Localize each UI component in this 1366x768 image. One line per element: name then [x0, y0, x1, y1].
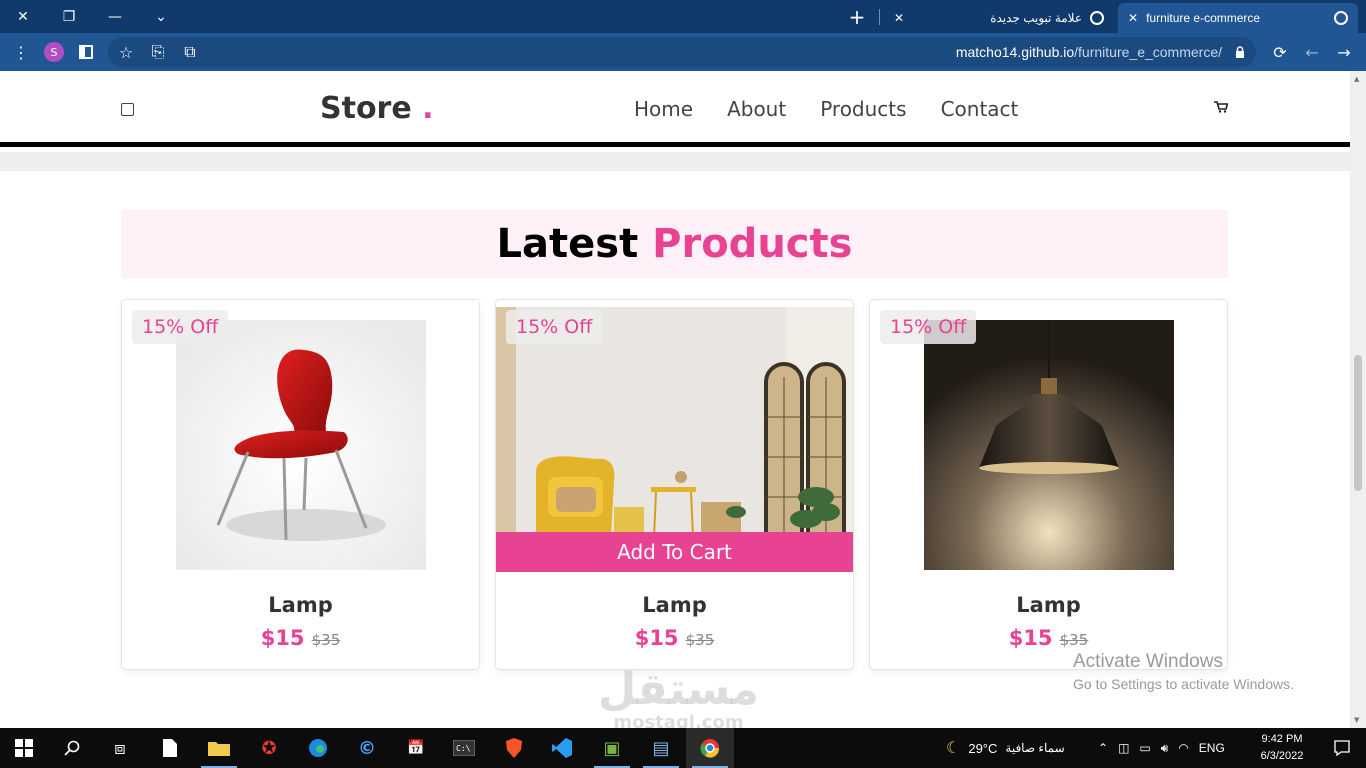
taskbar: ⧈ ✪ © 📅 C:\ ▣ ▤ ☾ 29°C سماء صافية ⌃ ◫ ▭ … — [0, 728, 1366, 768]
nav-products[interactable]: Products — [820, 97, 906, 121]
url-text[interactable]: matcho14.github.io/furniture_e_commerce/ — [956, 44, 1222, 60]
product-name[interactable]: Lamp — [870, 593, 1227, 617]
close-icon[interactable]: ✕ — [1128, 11, 1138, 25]
globe-icon — [1334, 11, 1348, 25]
notepad-icon[interactable]: ▤ — [637, 728, 685, 768]
product-price: $15 $35 — [260, 626, 341, 650]
search-icon[interactable] — [48, 728, 96, 768]
product-price: $15 $35 — [1008, 626, 1089, 650]
nav-about[interactable]: About — [727, 97, 786, 121]
favorite-star-icon[interactable]: ☆ — [110, 33, 142, 71]
minimize-icon[interactable]: — — [92, 0, 138, 33]
tab-new[interactable]: ✕ علامة تبويب جديدة — [884, 3, 1114, 33]
clock[interactable]: 9:42 PM 6/3/2022 — [1254, 731, 1310, 765]
restore-icon[interactable]: ❐ — [46, 0, 92, 33]
page-scrollbar[interactable]: ▲ ▼ — [1350, 71, 1366, 728]
avatar: S — [44, 42, 64, 62]
nav-home[interactable]: Home — [634, 97, 693, 121]
site-header: Store . Home About Products Contact — [0, 71, 1350, 147]
wifi-icon[interactable]: ◠ — [1178, 741, 1188, 755]
ccleaner-icon[interactable]: © — [343, 728, 391, 768]
moon-icon: ☾ — [946, 740, 961, 757]
close-icon[interactable]: ✕ — [894, 11, 904, 25]
refresh-icon[interactable]: ⟳ — [1264, 33, 1296, 71]
tab-furniture[interactable]: ✕ furniture e-commerce — [1118, 3, 1358, 33]
scroll-down-icon[interactable]: ▼ — [1354, 716, 1359, 724]
collections-icon[interactable]: ⎘ — [142, 33, 174, 71]
calendar-app-icon[interactable]: 📅 — [392, 728, 440, 768]
read-aloud-icon[interactable]: ⧉ — [174, 33, 206, 71]
windows-start-icon[interactable] — [0, 728, 48, 768]
meet-icon[interactable]: ◫ — [1118, 741, 1129, 755]
tab-label: furniture e-commerce — [1146, 11, 1261, 25]
file-explorer-icon[interactable] — [195, 728, 243, 768]
page-title: Latest Products — [496, 221, 853, 267]
volume-icon[interactable]: 🔊︎ — [1161, 741, 1169, 756]
svg-text:C:\: C:\ — [456, 744, 471, 753]
discount-badge: 15% Off — [506, 310, 603, 344]
discount-badge: 15% Off — [132, 310, 229, 344]
browser-tab-bar: ✕ ❐ — ⌄ + ✕ علامة تبويب جديدة ✕ furnitur… — [0, 0, 1366, 33]
site-logo[interactable]: Store . — [320, 91, 434, 126]
lock-icon[interactable] — [1224, 33, 1256, 71]
menu-dots-icon[interactable]: ⋮ — [5, 33, 37, 71]
product-image-pendant-lamp[interactable] — [924, 320, 1174, 570]
task-view-icon[interactable]: ⧈ — [96, 728, 144, 768]
chrome-taskbar-icon[interactable] — [686, 728, 734, 768]
edge-icon[interactable] — [294, 728, 342, 768]
add-to-cart-button[interactable]: Add To Cart — [496, 532, 853, 572]
product-name[interactable]: Lamp — [122, 593, 479, 617]
back-icon[interactable]: ← — [1296, 33, 1328, 71]
product-card[interactable]: 15% Off Add To Cart Lamp $15 $35 — [495, 299, 854, 670]
close-window-icon[interactable]: ✕ — [0, 0, 46, 33]
activate-windows-notice: Activate Windows Go to Settings to activ… — [1073, 651, 1294, 692]
battery-icon[interactable]: ▭ — [1139, 741, 1150, 755]
chevron-down-icon[interactable]: ⌄ — [138, 0, 184, 33]
forward-icon[interactable]: → — [1328, 33, 1360, 71]
cart-icon[interactable] — [1214, 101, 1229, 117]
tab-separator — [879, 9, 880, 25]
product-card[interactable]: 15% Off Lamp $15 $35 — [121, 299, 480, 670]
app-red-icon[interactable]: ✪ — [245, 728, 293, 768]
chevron-up-icon[interactable]: ⌃ — [1098, 741, 1108, 755]
section-heading: Latest Products — [121, 210, 1228, 278]
file-icon[interactable] — [146, 728, 194, 768]
notification-icon[interactable] — [1318, 728, 1366, 768]
profile-avatar[interactable]: S — [38, 33, 70, 71]
product-price: $15 $35 — [634, 626, 715, 650]
nav-contact[interactable]: Contact — [941, 97, 1019, 121]
discount-badge: 15% Off — [880, 310, 977, 344]
menu-toggle-checkbox[interactable] — [121, 103, 134, 116]
vscode-icon[interactable] — [538, 728, 586, 768]
watermark: مستقل mostaql.com — [598, 664, 759, 734]
product-card[interactable]: 15% Off Lamp $15 $35 — [869, 299, 1228, 670]
brave-icon[interactable] — [490, 728, 538, 768]
weather-widget[interactable]: ☾ 29°C سماء صافية — [946, 728, 1065, 768]
main-nav: Home About Products Contact — [634, 97, 1018, 121]
language-indicator[interactable]: ENG — [1199, 741, 1225, 755]
android-studio-icon[interactable]: ▣ — [588, 728, 636, 768]
scroll-up-icon[interactable]: ▲ — [1354, 75, 1359, 83]
tab-label: علامة تبويب جديدة — [990, 11, 1082, 25]
new-tab-icon[interactable]: + — [842, 0, 872, 33]
scroll-thumb[interactable] — [1354, 355, 1362, 491]
page-viewport: Store . Home About Products Contact Late… — [0, 71, 1350, 728]
chrome-icon — [1090, 11, 1104, 25]
terminal-icon[interactable]: C:\ — [440, 728, 488, 768]
system-tray: ⌃ ◫ ▭ 🔊︎ ◠ ENG — [1098, 728, 1225, 768]
product-image-red-chair[interactable] — [176, 320, 426, 570]
sidebar-icon[interactable] — [70, 33, 102, 71]
product-name[interactable]: Lamp — [496, 593, 853, 617]
header-shadow-band — [0, 152, 1350, 171]
